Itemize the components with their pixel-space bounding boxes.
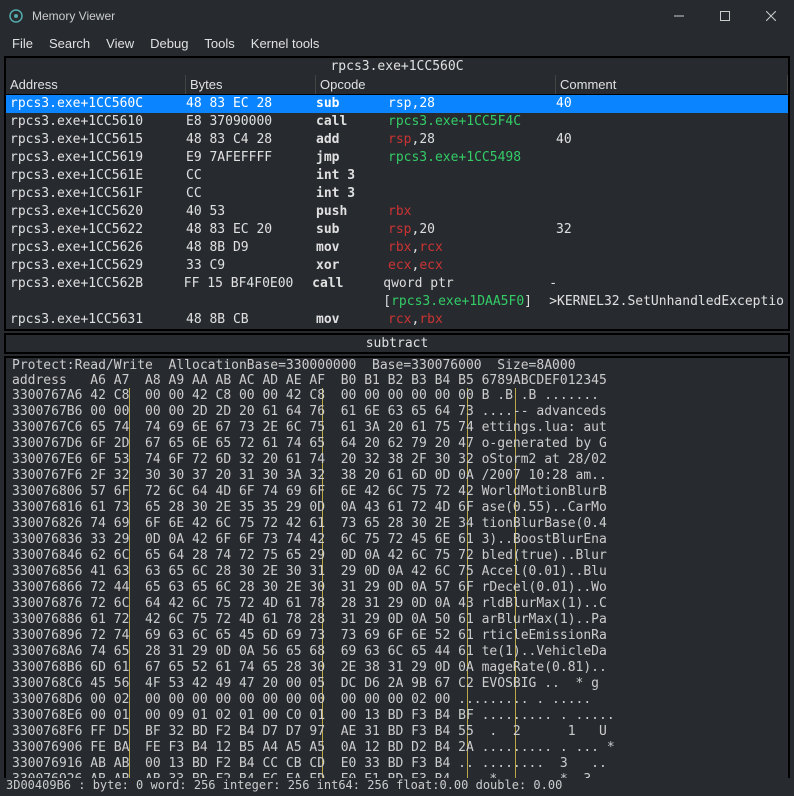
hex-row[interactable]: 3300767C6 65 74 74 69 6E 67 73 2E 6C 75 … [6, 420, 788, 436]
hex-row[interactable]: 330076826 74 69 6F 6E 42 6C 75 72 42 61 … [6, 516, 788, 532]
menu-file[interactable]: File [4, 34, 41, 53]
hex-body[interactable]: 3300767A6 42 C8 00 00 42 C8 00 00 42 C8 … [6, 388, 788, 788]
disasm-row[interactable]: rpcs3.exe+1CC561ECCint 3 [6, 167, 788, 185]
function-banner: subtract [6, 335, 788, 352]
hex-row[interactable]: 330076806 57 6F 72 6C 64 4D 6F 74 69 6F … [6, 484, 788, 500]
hex-row[interactable]: 3300767D6 6F 2D 67 65 6E 65 72 61 74 65 … [6, 436, 788, 452]
col-opcode[interactable]: Opcode [316, 75, 556, 94]
app-icon [8, 8, 24, 24]
hex-row[interactable]: 330076916 AB AB 00 13 BD F2 B4 CC CB CD … [6, 756, 788, 772]
disasm-row[interactable]: rpcs3.exe+1CC5619E9 7AFEFFFFjmprpcs3.exe… [6, 149, 788, 167]
disasm-row[interactable]: rpcs3.exe+1CC560C48 83 EC 28subrsp,2840 [6, 95, 788, 113]
disasm-table[interactable]: Address Bytes Opcode Comment rpcs3.exe+1… [6, 75, 788, 329]
hex-row[interactable]: 330076886 61 72 42 6C 75 72 4D 61 78 28 … [6, 612, 788, 628]
titlebar: Memory Viewer [0, 0, 794, 32]
hex-row[interactable]: 330076856 41 63 63 65 6C 28 30 2E 30 31 … [6, 564, 788, 580]
hex-row[interactable]: 3300768B6 6D 61 67 65 52 61 74 65 28 30 … [6, 660, 788, 676]
hex-row[interactable]: 3300768C6 45 56 4F 53 42 49 47 20 00 05 … [6, 676, 788, 692]
maximize-button[interactable] [702, 0, 748, 32]
disasm-row[interactable]: rpcs3.exe+1CC561548 83 C4 28addrsp,2840 [6, 131, 788, 149]
col-bytes[interactable]: Bytes [186, 75, 316, 94]
window-title: Memory Viewer [32, 9, 656, 23]
hex-columns: address A6 A7 A8 A9 AA AB AC AD AE AF B0… [6, 373, 788, 388]
hex-row[interactable]: 330076816 61 73 65 28 30 2E 35 35 29 0D … [6, 500, 788, 516]
disasm-row[interactable]: rpcs3.exe+1CC561FCCint 3 [6, 185, 788, 203]
disasm-row[interactable]: rpcs3.exe+1CC563148 8B CBmovrcx,rbx [6, 311, 788, 329]
menu-debug[interactable]: Debug [142, 34, 196, 53]
menu-view[interactable]: View [98, 34, 142, 53]
mid-frame: subtract [4, 333, 790, 354]
menu-tools[interactable]: Tools [196, 34, 242, 53]
hex-row[interactable]: 3300768F6 FF D5 BF 32 BD F2 B4 D7 D7 97 … [6, 724, 788, 740]
disasm-row[interactable]: rpcs3.exe+1CC562248 83 EC 20subrsp,2032 [6, 221, 788, 239]
menu-search[interactable]: Search [41, 34, 98, 53]
menu-kernel-tools[interactable]: Kernel tools [243, 34, 328, 53]
disasm-row[interactable]: rpcs3.exe+1CC562BFF 15 BF4F0E00callqword… [6, 275, 788, 311]
minimize-button[interactable] [656, 0, 702, 32]
hex-row[interactable]: 3300767B6 00 00 00 00 2D 2D 20 61 64 76 … [6, 404, 788, 420]
disasm-row[interactable]: rpcs3.exe+1CC562648 8B D9movrbx,rcx [6, 239, 788, 257]
hex-row[interactable]: 330076896 72 74 69 63 6C 65 45 6D 69 73 … [6, 628, 788, 644]
disasm-row[interactable]: rpcs3.exe+1CC562040 53pushrbx [6, 203, 788, 221]
table-header: Address Bytes Opcode Comment [6, 75, 788, 95]
hex-row[interactable]: 3300768E6 00 01 00 09 01 02 01 00 C0 01 … [6, 708, 788, 724]
address-banner[interactable]: rpcs3.exe+1CC560C [6, 58, 788, 75]
hex-info: Protect:Read/Write AllocationBase=330000… [6, 358, 788, 373]
close-button[interactable] [748, 0, 794, 32]
col-comment[interactable]: Comment [556, 75, 788, 94]
hex-frame[interactable]: Protect:Read/Write AllocationBase=330000… [4, 356, 790, 790]
hex-row[interactable]: 330076836 33 29 0D 0A 42 6F 6F 73 74 42 … [6, 532, 788, 548]
hex-row[interactable]: 3300768D6 00 02 00 00 00 00 00 00 00 00 … [6, 692, 788, 708]
menubar: File Search View Debug Tools Kernel tool… [0, 32, 794, 54]
col-address[interactable]: Address [6, 75, 186, 94]
hex-row[interactable]: 3300768A6 74 65 28 31 29 0D 0A 56 65 68 … [6, 644, 788, 660]
disasm-row[interactable]: rpcs3.exe+1CC562933 C9xorecx,ecx [6, 257, 788, 275]
hex-row[interactable]: 3300767E6 6F 53 74 6F 72 6D 32 20 61 74 … [6, 452, 788, 468]
disasm-frame: rpcs3.exe+1CC560C Address Bytes Opcode C… [4, 56, 790, 331]
hex-row[interactable]: 330076876 72 6C 64 42 6C 75 72 4D 61 78 … [6, 596, 788, 612]
hex-row[interactable]: 330076906 FE BA FE F3 B4 12 B5 A4 A5 A5 … [6, 740, 788, 756]
hex-row[interactable]: 3300767F6 2F 32 30 30 37 20 31 30 3A 32 … [6, 468, 788, 484]
disasm-row[interactable]: rpcs3.exe+1CC5610E8 37090000callrpcs3.ex… [6, 113, 788, 131]
hex-row[interactable]: 330076866 72 44 65 63 65 6C 28 30 2E 30 … [6, 580, 788, 596]
hex-row[interactable]: 3300767A6 42 C8 00 00 42 C8 00 00 42 C8 … [6, 388, 788, 404]
status-bar: 3D00409B6 : byte: 0 word: 256 integer: 2… [0, 778, 794, 796]
hex-row[interactable]: 330076846 62 6C 65 64 28 74 72 75 65 29 … [6, 548, 788, 564]
